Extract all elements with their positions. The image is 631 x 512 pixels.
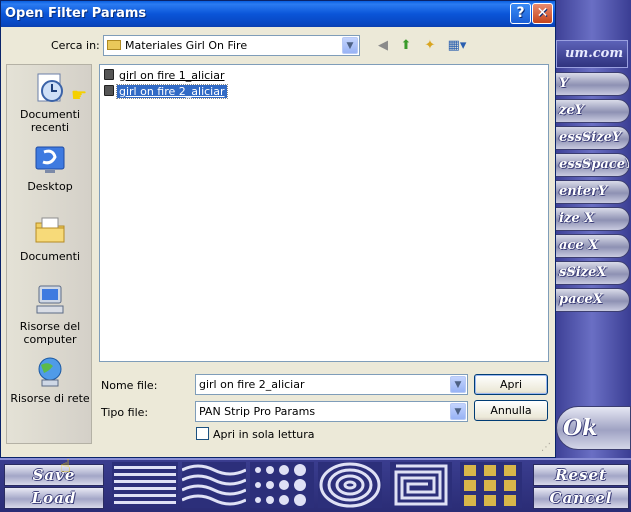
filetype-value: PAN Strip Pro Params	[199, 405, 316, 418]
place-network[interactable]: Risorse di rete	[7, 355, 93, 405]
place-label: Desktop	[27, 180, 73, 193]
open-button[interactable]: Apri	[474, 374, 548, 395]
my-computer-icon	[36, 285, 64, 314]
lookin-combo[interactable]: Materiales Girl On Fire ▼	[103, 35, 360, 56]
place-label: Risorse del computer	[19, 320, 81, 346]
recent-documents-icon	[37, 73, 63, 102]
place-label: Risorse di rete	[10, 392, 90, 405]
dialog-titlebar[interactable]: Open Filter Params ? ✕	[1, 1, 555, 27]
back-icon[interactable]: ◀	[374, 37, 392, 55]
filename-value: girl on fire 2_aliciar	[199, 378, 305, 391]
file-list[interactable]: girl on fire 1_aliciar girl on fire 2_al…	[99, 64, 549, 362]
cancel-button[interactable]: Annulla	[474, 400, 548, 421]
place-label: Documenti	[19, 250, 81, 263]
folder-icon	[107, 40, 121, 50]
stripes-pattern-icon[interactable]	[112, 462, 178, 508]
load-button[interactable]: Load	[4, 487, 104, 509]
place-label: Documenti recenti	[19, 108, 81, 134]
filename-label: Nome file:	[101, 379, 158, 392]
place-desktop[interactable]: Desktop	[7, 143, 93, 193]
dots-pattern-icon[interactable]	[250, 462, 314, 508]
file-item[interactable]: girl on fire 1_aliciar	[104, 68, 227, 83]
pointing-hand-icon: ☛	[71, 85, 88, 106]
lookin-label: Cerca in:	[51, 39, 100, 52]
plugin-brand-text: um.com	[556, 40, 628, 68]
chevron-down-icon[interactable]: ▼	[342, 37, 358, 54]
readonly-label: Apri in sola lettura	[213, 428, 315, 441]
file-item-selected[interactable]: girl on fire 2_aliciar	[104, 84, 228, 99]
dialog-title: Open Filter Params	[5, 6, 147, 21]
chevron-down-icon[interactable]: ▼	[450, 403, 466, 420]
grid-squares-pattern-icon[interactable]	[460, 462, 522, 508]
cancel-plugin-button[interactable]: Cancel	[533, 487, 629, 509]
new-folder-icon[interactable]: ✦	[421, 37, 439, 55]
up-folder-icon[interactable]: ⬆	[397, 37, 415, 55]
resize-grip-icon[interactable]: ⋰	[541, 443, 553, 455]
concentric-circles-pattern-icon[interactable]	[318, 462, 382, 508]
ok-button[interactable]: Ok	[556, 406, 631, 450]
file-icon	[104, 85, 114, 96]
place-my-computer[interactable]: Risorse del computer	[7, 283, 93, 346]
filetype-label: Tipo file:	[101, 406, 149, 419]
documents-folder-icon	[35, 217, 65, 243]
open-dialog: Open Filter Params ? ✕ Cerca in: Materia…	[0, 0, 556, 458]
places-bar: Documenti recenti Desktop Documenti Riso…	[6, 64, 92, 444]
network-icon	[38, 357, 62, 387]
desktop-icon	[35, 146, 65, 173]
lookin-value: Materiales Girl On Fire	[125, 39, 248, 52]
chevron-down-icon[interactable]: ▼	[450, 376, 466, 393]
reset-button[interactable]: Reset	[533, 464, 629, 486]
file-icon	[104, 69, 114, 80]
filename-input[interactable]: girl on fire 2_aliciar ▼	[195, 374, 468, 395]
close-button[interactable]: ✕	[532, 3, 553, 24]
square-spiral-pattern-icon[interactable]	[390, 462, 452, 508]
help-button[interactable]: ?	[510, 3, 531, 24]
pointing-hand-icon: ☝	[60, 456, 71, 477]
place-documents[interactable]: Documenti	[7, 213, 93, 263]
save-button[interactable]: Save	[4, 464, 104, 486]
filetype-select[interactable]: PAN Strip Pro Params ▼	[195, 401, 468, 422]
readonly-checkbox[interactable]	[196, 427, 209, 440]
waves-pattern-icon[interactable]	[182, 462, 246, 508]
view-menu-icon[interactable]: ▦▾	[445, 37, 469, 55]
